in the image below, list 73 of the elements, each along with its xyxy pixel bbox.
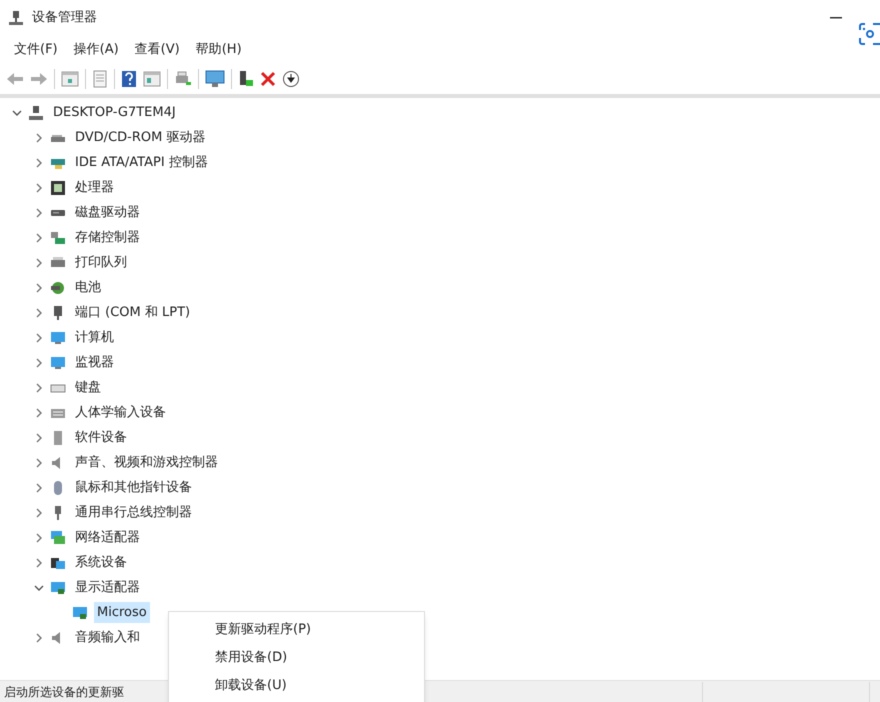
expand-chevron-icon[interactable] xyxy=(34,132,44,142)
expand-chevron-icon[interactable] xyxy=(34,332,44,342)
expand-chevron-icon[interactable] xyxy=(34,632,44,642)
storage-controller-icon xyxy=(50,230,66,246)
network-monitors-icon xyxy=(50,530,66,546)
tree-item[interactable]: DVD/CD-ROM 驱动器 xyxy=(72,126,208,148)
network-computer-icon xyxy=(8,10,24,26)
menu-item[interactable]: 帮助(H) xyxy=(190,38,248,62)
monitor-icon[interactable] xyxy=(205,70,225,88)
tree-item[interactable]: 软件设备 xyxy=(72,426,130,448)
context-menu-item[interactable]: 卸载设备(U) xyxy=(169,672,424,700)
display-adapter-icon xyxy=(50,580,66,596)
tree-item[interactable]: 处理器 xyxy=(72,176,117,198)
window-icon[interactable] xyxy=(61,71,79,87)
status-text: 启动所选设备的更新驱 xyxy=(3,684,124,700)
tree-item[interactable]: 监视器 xyxy=(72,352,117,374)
tree-item[interactable]: 计算机 xyxy=(72,326,117,348)
document-icon[interactable] xyxy=(92,70,108,88)
chip-icon xyxy=(50,180,66,196)
tree-item[interactable]: 系统设备 xyxy=(72,552,130,574)
printer-icon[interactable] xyxy=(174,70,192,88)
screen-capture-icon[interactable] xyxy=(858,22,880,46)
collapse-chevron-icon[interactable] xyxy=(12,108,22,118)
network-computer-icon xyxy=(28,104,44,120)
context-menu-item[interactable]: 更新驱动程序(P) xyxy=(169,616,424,644)
download-circle-icon[interactable] xyxy=(282,70,300,88)
minimize-icon[interactable] xyxy=(830,16,842,20)
tree-item[interactable]: 显示适配器 xyxy=(72,576,143,598)
expand-chevron-icon[interactable] xyxy=(34,432,44,442)
tree-item[interactable]: 磁盘驱动器 xyxy=(72,202,143,224)
forward-arrow-icon[interactable] xyxy=(30,72,48,86)
expand-chevron-icon[interactable] xyxy=(34,258,44,268)
window-title: 设备管理器 xyxy=(32,9,97,28)
expand-chevron-icon[interactable] xyxy=(34,482,44,492)
tree-item[interactable]: DESKTOP-G7TEM4J xyxy=(50,102,179,124)
tree-item[interactable]: 端口 (COM 和 LPT) xyxy=(72,302,194,324)
tree-item[interactable]: 人体学输入设备 xyxy=(72,402,169,424)
expand-chevron-icon[interactable] xyxy=(34,308,44,318)
tree-item[interactable]: 音频输入和 xyxy=(72,626,143,648)
expand-chevron-icon[interactable] xyxy=(34,282,44,292)
tree-item[interactable]: 网络适配器 xyxy=(72,526,143,548)
tree-item[interactable]: IDE ATA/ATAPI 控制器 xyxy=(72,152,211,174)
tree-item[interactable]: 键盘 xyxy=(72,376,104,398)
context-menu-item[interactable]: 禁用设备(D) xyxy=(169,644,424,672)
window-icon[interactable] xyxy=(143,71,161,87)
menu-item[interactable]: 文件(F) xyxy=(8,38,64,62)
help-icon[interactable] xyxy=(121,70,137,88)
expand-chevron-icon[interactable] xyxy=(34,382,44,392)
expand-chevron-icon[interactable] xyxy=(34,458,44,468)
tree-item[interactable]: Microso xyxy=(94,602,150,624)
expand-chevron-icon[interactable] xyxy=(34,532,44,542)
expand-chevron-icon[interactable] xyxy=(34,232,44,242)
menu-item[interactable]: 查看(V) xyxy=(128,38,186,62)
monitor-icon xyxy=(50,330,66,346)
collapse-chevron-icon[interactable] xyxy=(34,582,44,592)
expand-chevron-icon[interactable] xyxy=(34,158,44,168)
tree-item[interactable]: 打印队列 xyxy=(72,252,130,274)
back-arrow-icon[interactable] xyxy=(6,72,24,86)
tree-item[interactable]: 电池 xyxy=(72,276,104,298)
tree-item[interactable]: 声音、视频和游戏控制器 xyxy=(72,452,221,474)
tree-item[interactable]: 鼠标和其他指针设备 xyxy=(72,476,195,498)
tree-item[interactable]: 存储控制器 xyxy=(72,226,143,248)
expand-chevron-icon[interactable] xyxy=(34,508,44,518)
monitor-icon xyxy=(50,354,66,370)
tree-item[interactable]: 通用串行总线控制器 xyxy=(72,502,195,524)
expand-chevron-icon[interactable] xyxy=(34,408,44,418)
expand-chevron-icon[interactable] xyxy=(34,358,44,368)
expand-chevron-icon[interactable] xyxy=(34,208,44,218)
expand-chevron-icon[interactable] xyxy=(34,182,44,192)
menu-item[interactable]: 操作(A) xyxy=(68,38,125,62)
expand-chevron-icon[interactable] xyxy=(34,558,44,568)
display-adapter-icon xyxy=(72,604,88,620)
close-x-icon[interactable] xyxy=(260,71,276,87)
